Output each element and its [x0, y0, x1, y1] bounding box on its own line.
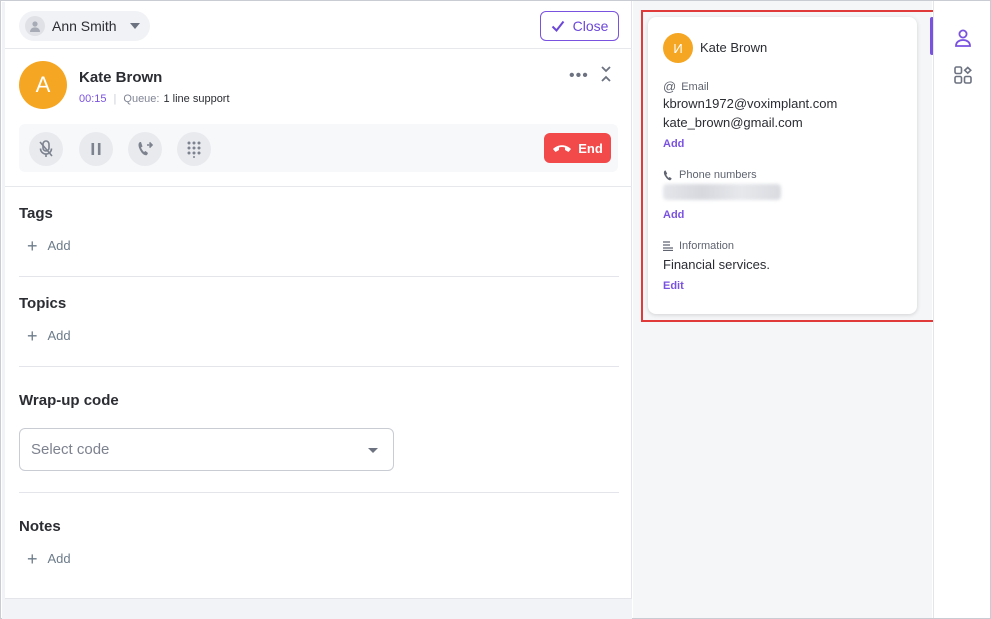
topics-title: Topics [19, 295, 67, 312]
check-icon [551, 20, 564, 32]
transfer-icon [138, 141, 154, 156]
panel-footer [5, 598, 632, 619]
caller-name: Kate Brown [79, 69, 163, 86]
person-icon[interactable] [953, 28, 973, 48]
call-meta: 00:15 | Queue: 1 line support [79, 93, 230, 105]
caller-avatar: A [19, 61, 67, 109]
close-button-label: Close [572, 18, 609, 34]
pause-icon [91, 143, 101, 155]
active-call-card: A Kate Brown 00:15 | Queue: 1 line suppo… [5, 49, 632, 187]
right-rail [933, 1, 990, 618]
plus-icon: + [27, 548, 38, 569]
divider [19, 366, 619, 367]
hang-up-icon [553, 145, 572, 152]
highlight-box [641, 10, 943, 322]
apps-icon[interactable] [953, 65, 973, 85]
queue-label: Queue: [123, 93, 160, 105]
user-avatar-icon [25, 16, 45, 36]
tags-section: Tags + Add [19, 205, 619, 256]
divider [19, 276, 619, 277]
close-button[interactable]: Close [540, 11, 619, 41]
mic-off-icon [39, 140, 53, 157]
wrapup-title: Wrap-up code [19, 392, 119, 409]
hold-button[interactable] [79, 132, 113, 166]
end-call-button[interactable]: End [544, 133, 611, 163]
add-topic-button[interactable]: + Add [27, 325, 619, 346]
call-panel: Ann Smith Close A Kate Brown 00:15 | Que… [1, 1, 632, 619]
wrapup-placeholder: Select code [31, 441, 110, 458]
call-controls: End [19, 124, 618, 172]
notes-section: Notes + Add [19, 518, 619, 569]
plus-icon: + [27, 235, 38, 256]
chevron-down-icon [129, 23, 140, 29]
chevron-down-icon [368, 448, 378, 453]
wrapup-code-select[interactable]: Select code [19, 428, 394, 471]
notes-title: Notes [19, 518, 61, 535]
collapse-icon[interactable] [599, 65, 613, 83]
dialpad-icon [187, 141, 201, 158]
tags-title: Tags [19, 205, 53, 222]
plus-icon: + [27, 325, 38, 346]
mute-button[interactable] [29, 132, 63, 166]
dialpad-button[interactable] [177, 132, 211, 166]
add-note-button[interactable]: + Add [27, 548, 619, 569]
add-note-label: Add [47, 551, 71, 566]
meta-separator: | [113, 93, 117, 105]
add-tag-button[interactable]: + Add [27, 235, 619, 256]
end-call-label: End [578, 140, 603, 156]
call-timer: 00:15 [79, 93, 107, 105]
add-tag-label: Add [47, 238, 71, 253]
divider [19, 492, 619, 493]
agent-name: Ann Smith [52, 18, 117, 34]
agent-selector[interactable]: Ann Smith [19, 11, 150, 41]
wrapup-section: Wrap-up code [19, 392, 619, 409]
transfer-button[interactable] [128, 132, 162, 166]
more-options-icon[interactable]: ••• [569, 67, 589, 85]
add-topic-label: Add [47, 328, 71, 343]
queue-value: 1 line support [163, 93, 230, 105]
top-bar: Ann Smith Close [5, 1, 632, 49]
topics-section: Topics + Add [19, 295, 619, 346]
